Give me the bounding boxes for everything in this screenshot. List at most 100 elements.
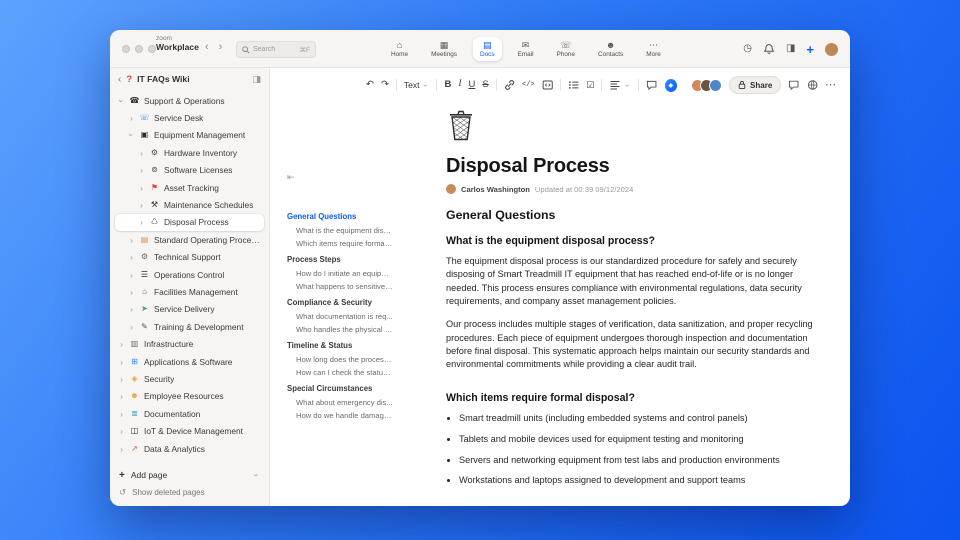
tab-phone[interactable]: ☏ Phone <box>550 37 582 61</box>
sidebar-item-maintenance-schedules[interactable]: › ⚒ Maintenance Schedules <box>115 196 264 213</box>
checklist-icon[interactable]: ☑ <box>586 80 594 90</box>
chevron-right-icon[interactable]: › <box>128 113 135 123</box>
chevron-right-icon[interactable]: › <box>128 322 135 332</box>
chevron-right-icon[interactable]: › <box>128 270 135 280</box>
new-button[interactable]: + <box>806 43 814 56</box>
redo-button[interactable]: ↷ <box>381 80 389 90</box>
sidebar-item-equipment-management[interactable]: › ▣ Equipment Management <box>115 127 264 144</box>
sidebar-item-technical-support[interactable]: › ⚙ Technical Support <box>115 249 264 266</box>
toc-section-process-steps[interactable]: Process Steps <box>287 253 393 267</box>
undo-button[interactable]: ↶ <box>366 80 374 90</box>
toc-section-timeline-status[interactable]: Timeline & Status <box>287 339 393 353</box>
sidebar-item-asset-tracking[interactable]: › ⚑ Asset Tracking <box>115 179 264 196</box>
collaborator-avatar[interactable] <box>709 78 723 92</box>
chevron-down-icon[interactable]: › <box>127 132 137 139</box>
sidebar-item-standard-operating-procedures[interactable]: › ▤ Standard Operating Procedures <box>115 231 264 248</box>
chevron-right-icon[interactable]: › <box>138 165 145 175</box>
text-style-dropdown[interactable]: Text › <box>404 80 431 90</box>
chevron-right-icon[interactable]: › <box>138 183 145 193</box>
nav-back-icon[interactable]: ‹ <box>205 41 209 53</box>
panel-toggle-icon[interactable]: ◨ <box>786 44 795 54</box>
sidebar-item-operations-control[interactable]: › ☰ Operations Control <box>115 266 264 283</box>
nav-forward-icon[interactable]: › <box>219 41 223 53</box>
sidebar-item-service-delivery[interactable]: › ➤ Service Delivery <box>115 301 264 318</box>
chevron-right-icon[interactable]: › <box>128 235 135 245</box>
minimize-button[interactable] <box>135 45 143 53</box>
toc-item-what-is-the-equipment-disp[interactable]: What is the equipment disp... <box>287 224 393 237</box>
tab-email[interactable]: ✉ Email <box>511 37 541 61</box>
tab-more[interactable]: ⋯ More <box>639 37 668 61</box>
bullet-list-icon[interactable] <box>568 79 579 91</box>
search-input[interactable] <box>253 46 293 53</box>
sidebar-item-infrastructure[interactable]: › ▥ Infrastructure <box>115 335 264 352</box>
tab-docs[interactable]: ▤ Docs <box>473 37 502 61</box>
sidebar-item-training-development[interactable]: › ✎ Training & Development <box>115 318 264 335</box>
bold-button[interactable]: B <box>444 80 451 90</box>
sidebar-item-data-analytics[interactable]: › ↗ Data & Analytics <box>115 440 264 457</box>
comments-icon[interactable] <box>788 79 799 91</box>
toc-collapse-icon[interactable]: ⇤ <box>287 172 295 183</box>
sidebar-item-hardware-inventory[interactable]: › ⚙ Hardware Inventory <box>115 144 264 161</box>
maximize-button[interactable] <box>148 45 156 53</box>
align-dropdown[interactable]: › <box>609 79 632 91</box>
sidebar-item-security[interactable]: › ◈ Security <box>115 370 264 387</box>
italic-button[interactable]: I <box>458 80 461 90</box>
toc-section-general-questions[interactable]: General Questions <box>287 210 393 224</box>
chevron-right-icon[interactable]: › <box>138 200 145 210</box>
underline-button[interactable]: U <box>468 80 475 90</box>
sidebar-collapse-icon[interactable]: ◨ <box>252 74 261 85</box>
sidebar-item-iot-device-management[interactable]: › ◫ IoT & Device Management <box>115 422 264 439</box>
sidebar-item-facilities-management[interactable]: › ⌂ Facilities Management <box>115 283 264 300</box>
toc-item-what-about-emergency-dis[interactable]: What about emergency dis... <box>287 396 393 409</box>
link-icon[interactable] <box>504 79 515 91</box>
inline-code-icon[interactable]: </> <box>522 81 535 89</box>
share-button[interactable]: Share <box>729 76 782 94</box>
toc-item-how-long-does-the-process[interactable]: How long does the process ... <box>287 353 393 366</box>
sidebar-item-software-licenses[interactable]: › ⊚ Software Licenses <box>115 162 264 179</box>
ai-companion-button[interactable]: ◆ <box>664 78 678 92</box>
toc-item-how-can-i-check-the-status[interactable]: How can I check the status ... <box>287 366 393 379</box>
toc-section-special-circumstances[interactable]: Special Circumstances <box>287 382 393 396</box>
tab-contacts[interactable]: ☻ Contacts <box>591 37 630 61</box>
bell-icon[interactable] <box>763 43 775 55</box>
chevron-right-icon[interactable]: › <box>128 304 135 314</box>
clock-icon[interactable]: ◷ <box>743 44 752 54</box>
sidebar-item-applications-software[interactable]: › ⊞ Applications & Software <box>115 353 264 370</box>
chevron-right-icon[interactable]: › <box>118 391 125 401</box>
globe-icon[interactable] <box>807 79 818 91</box>
toc-item-who-handles-the-physical-di[interactable]: Who handles the physical di... <box>287 323 393 336</box>
chevron-right-icon[interactable]: › <box>128 252 135 262</box>
profile-avatar[interactable] <box>825 42 838 56</box>
toc-item-which-items-require-formal[interactable]: Which items require formal ... <box>287 237 393 250</box>
chevron-down-icon[interactable]: › <box>252 472 262 479</box>
toc-section-compliance-security[interactable]: Compliance & Security <box>287 296 393 310</box>
toc-item-what-happens-to-sensitive[interactable]: What happens to sensitive ... <box>287 280 393 293</box>
toc-item-what-documentation-is-req[interactable]: What documentation is req... <box>287 310 393 323</box>
chevron-right-icon[interactable]: › <box>138 148 145 158</box>
chevron-right-icon[interactable]: › <box>118 444 125 454</box>
code-block-icon[interactable] <box>542 79 553 91</box>
sidebar-item-disposal-process[interactable]: › ♺ Disposal Process <box>115 213 264 232</box>
show-deleted-pages-button[interactable]: ↺ Show deleted pages <box>116 484 263 500</box>
back-icon[interactable]: ‹ <box>118 74 121 85</box>
close-button[interactable] <box>122 45 130 53</box>
chevron-right-icon[interactable]: › <box>138 217 145 227</box>
more-options-icon[interactable]: ⋯ <box>825 79 836 91</box>
toc-item-how-do-we-handle-damage[interactable]: How do we handle damage... <box>287 409 393 422</box>
chevron-right-icon[interactable]: › <box>118 357 125 367</box>
trash-emoji-icon[interactable] <box>446 108 826 147</box>
tab-home[interactable]: ⌂ Home <box>384 37 415 61</box>
chevron-right-icon[interactable]: › <box>118 339 125 349</box>
chevron-down-icon[interactable]: › <box>117 97 127 104</box>
sidebar-item-support-operations[interactable]: › ☎ Support & Operations <box>115 92 264 109</box>
chevron-right-icon[interactable]: › <box>118 409 125 419</box>
add-page-button[interactable]: + Add page › <box>116 466 263 484</box>
comment-insert-icon[interactable] <box>646 79 657 91</box>
global-search[interactable]: ⌘F <box>236 41 316 58</box>
sidebar-item-service-desk[interactable]: › ☏ Service Desk <box>115 109 264 126</box>
chevron-right-icon[interactable]: › <box>128 287 135 297</box>
sidebar-item-employee-resources[interactable]: › ☻ Employee Resources <box>115 388 264 405</box>
tab-meetings[interactable]: ▦ Meetings <box>424 37 464 61</box>
chevron-right-icon[interactable]: › <box>118 426 125 436</box>
strikethrough-button[interactable]: S <box>482 80 488 90</box>
